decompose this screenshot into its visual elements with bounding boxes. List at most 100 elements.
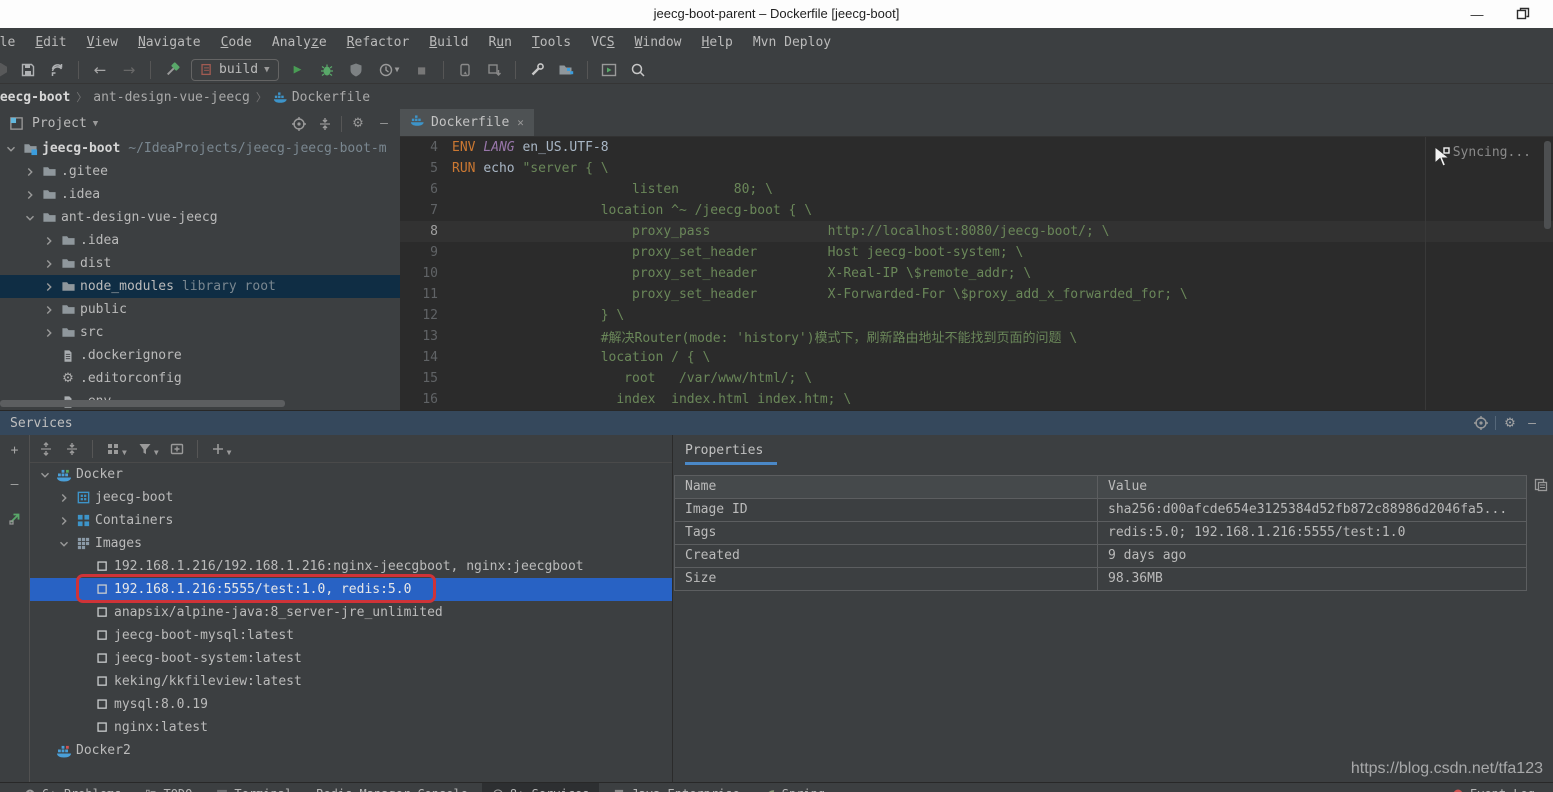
chevron-right-icon[interactable] [42,257,56,271]
menu-file[interactable]: File [0,31,25,54]
toolwindow-button-8-services[interactable]: 8: Services [482,783,599,792]
menu-tools[interactable]: Tools [522,31,581,54]
code-line-5[interactable]: 5RUN echo "server { \ [400,158,1553,179]
code-line-9[interactable]: 9 proxy_set_header Host jeecg-boot-syste… [400,242,1553,263]
menu-view[interactable]: View [77,31,128,54]
chevron-right-icon[interactable] [42,303,56,317]
tab-dockerfile[interactable]: Dockerfile ✕ [400,109,534,136]
code-line-7[interactable]: 7 location ^~ /jeecg-boot { \ [400,200,1553,221]
code-line-6[interactable]: 6 listen 80; \ [400,179,1553,200]
chevron-down-icon[interactable] [38,468,52,482]
breadcrumb-Dockerfile[interactable]: Dockerfile [273,90,370,105]
menu-build[interactable]: Build [419,31,478,54]
toolwindow-button-todo[interactable]: TODO [135,783,202,792]
code-line-12[interactable]: 12 } \ [400,305,1553,326]
project-item-.dockerignore[interactable]: .dockerignore [0,344,400,367]
forward-button[interactable]: → [119,60,139,80]
chevron-right-icon[interactable] [42,280,56,294]
expand-all-button[interactable] [38,441,54,457]
toolwindow-button-java-enterprise[interactable]: Java Enterprise [603,783,749,792]
services-item-jeecg-boot-mysql-latest[interactable]: jeecg-boot-mysql:latest [30,624,672,647]
code-line-4[interactable]: 4ENV LANG en_US.UTF-8 [400,137,1553,158]
stop-button[interactable]: ■ [412,60,432,80]
menu-navigate[interactable]: Navigate [128,31,211,54]
menu-mvn-deploy[interactable]: Mvn Deploy [743,31,841,54]
services-item-192.168.1.216-192.168.1.216-nginx-jeecgb[interactable]: 192.168.1.216/192.168.1.216:nginx-jeecgb… [30,555,672,578]
menu-analyze[interactable]: Analyze [262,31,337,54]
services-item-mysql-8.0.19[interactable]: mysql:8.0.19 [30,693,672,716]
menu-vcs[interactable]: VCS [581,31,624,54]
minimize-button[interactable]: — [1469,6,1485,22]
toolwindow-button-terminal[interactable]: Terminal [206,783,302,792]
filter-button[interactable]: ▼ [137,441,159,457]
search-button[interactable] [628,60,648,80]
sync-button[interactable] [47,60,67,80]
hide-icon[interactable]: — [6,475,24,493]
editor-scrollbar[interactable] [1544,141,1551,229]
chevron-right-icon[interactable] [42,234,56,248]
project-item-.idea[interactable]: .idea [0,183,400,206]
tab-properties[interactable]: Properties [685,435,777,465]
gear-icon[interactable]: ⚙ [348,114,368,134]
services-item-docker2[interactable]: Docker2 [30,739,672,762]
add-service-button[interactable]: + [6,441,24,459]
code-area[interactable]: 4ENV LANG en_US.UTF-85RUN echo "server {… [400,137,1553,410]
toolwindow-button-redis-manager-console[interactable]: Redis Manager Console [306,783,478,792]
column-header-name[interactable]: Name [675,476,1098,498]
toolwindow-button-spring[interactable]: Spring [754,783,835,792]
menu-edit[interactable]: Edit [25,31,76,54]
code-line-15[interactable]: 15 root /var/www/html/; \ [400,368,1553,389]
collapse-all-button[interactable] [64,441,80,457]
property-row-tags[interactable]: Tagsredis:5.0; 192.168.1.216:5555/test:1… [675,521,1526,544]
services-item-docker[interactable]: Docker [30,463,672,486]
group-by-button[interactable]: ▼ [105,441,127,457]
chevron-right-icon[interactable] [57,491,71,505]
menu-run[interactable]: Run [478,31,521,54]
services-item-containers[interactable]: Containers [30,509,672,532]
services-item-jeecg-boot-system-latest[interactable]: jeecg-boot-system:latest [30,647,672,670]
breadcrumb-ant-design-vue-jeecg[interactable]: ant-design-vue-jeecg [93,90,250,105]
services-item-keking-kkfileview-latest[interactable]: keking/kkfileview:latest [30,670,672,693]
scroll-to-source-icon[interactable] [6,509,24,527]
breadcrumb-jeecg-boot[interactable]: jeecg-boot [0,90,70,105]
collapse-all-icon[interactable] [315,114,335,134]
save-button[interactable] [18,60,38,80]
horizontal-scrollbar[interactable] [0,400,285,407]
restore-button[interactable] [1515,6,1531,22]
attach-button[interactable] [455,60,475,80]
toolwindow-button-event-log[interactable]: Event Log [1442,783,1545,792]
chevron-down-icon[interactable] [4,142,18,156]
play-button[interactable]: ▶ [288,60,308,80]
menu-refactor[interactable]: Refactor [337,31,420,54]
property-row-size[interactable]: Size98.36MB [675,567,1526,590]
coverage-button[interactable] [346,60,366,80]
services-item-nginx-latest[interactable]: nginx:latest [30,716,672,739]
chevron-right-icon[interactable] [57,514,71,528]
wrench-button[interactable] [527,60,547,80]
project-item-dist[interactable]: dist [0,252,400,275]
project-item-node-modules[interactable]: node_moduleslibrary root [0,275,400,298]
plus-button[interactable]: ▼ [210,441,232,457]
run-configuration-select[interactable]: build▼ [191,59,279,81]
profiler-button[interactable]: ▼ [375,60,403,80]
frame-add-button[interactable] [169,441,185,457]
property-row-image-id[interactable]: Image IDsha256:d00afcde654e3125384d52fb8… [675,498,1526,521]
services-item-anapsix-alpine-java-8-server-jre-unlimit[interactable]: anapsix/alpine-java:8_server-jre_unlimit… [30,601,672,624]
locate-icon[interactable] [289,114,309,134]
folder-blue-button[interactable] [556,60,576,80]
code-line-11[interactable]: 11 proxy_set_header X-Forwarded-For \$pr… [400,284,1553,305]
project-item-ant-design-vue-jeecg[interactable]: ant-design-vue-jeecg [0,206,400,229]
column-header-value[interactable]: Value [1098,476,1526,498]
services-item-jeecg-boot[interactable]: jeecg-boot [30,486,672,509]
chevron-down-icon[interactable] [23,211,37,225]
run-anything-button[interactable] [599,60,619,80]
project-item-.gitee[interactable]: .gitee [0,160,400,183]
menu-window[interactable]: Window [625,31,692,54]
services-item-192.168.1.216-5555-test-1.0-redis-5.0[interactable]: 192.168.1.216:5555/test:1.0, redis:5.0 [30,578,672,601]
project-item-public[interactable]: public [0,298,400,321]
code-line-10[interactable]: 10 proxy_set_header X-Real-IP \$remote_a… [400,263,1553,284]
code-line-14[interactable]: 14 location / { \ [400,347,1553,368]
project-item-jeecg-boot[interactable]: jeecg-boot~/IdeaProjects/jeecg-jeecg-boo… [0,137,400,160]
services-item-images[interactable]: Images [30,532,672,555]
menu-help[interactable]: Help [692,31,743,54]
